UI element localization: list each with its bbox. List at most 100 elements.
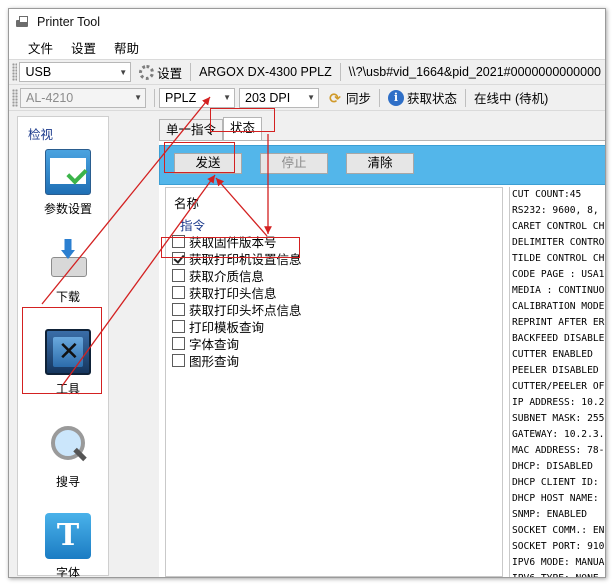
tab-single-command[interactable]: 单一指令 [159,119,224,141]
sync-icon: ⟳ [329,89,341,106]
output-line: IPV6 MODE: MANUA [512,557,605,568]
checkbox[interactable] [172,354,185,367]
column-header-name[interactable]: 名称 [166,188,502,211]
sidebar-item-search[interactable]: 搜寻 [28,422,108,490]
output-line: SOCKET PORT: 910 [512,541,605,552]
checkbox[interactable] [172,235,185,248]
chevron-down-icon: ▼ [119,67,128,77]
tab-strip: 单一指令 状态 [159,117,263,141]
dpi-value: 203 DPI [245,90,291,105]
checkbox[interactable] [172,252,185,265]
language-select[interactable]: PPLZ ▼ [159,87,235,108]
status-output[interactable]: CUT COUNT:45 RS232: 9600, 8, CARET CONTROL… [509,187,605,577]
device-path: \\?\usb#vid_1664&pid_2021#0000000000000 [348,65,601,79]
output-line: GATEWAY: 10.2.3. [512,429,605,440]
printer-app-icon [15,14,31,30]
list-item[interactable]: 打印模板查询 [172,318,264,335]
list-item[interactable]: 图形查询 [172,352,239,369]
settings-button[interactable]: 设置 [135,62,186,82]
printer-name: ARGOX DX-4300 PPLZ [199,65,332,79]
tab-status[interactable]: 状态 [223,117,263,141]
output-line: SUBNET MASK: 255 [512,413,605,424]
sidebar-title: 检视 [28,128,54,142]
model-value: AL-4210 [26,90,74,105]
sidebar-item-label: 参数设置 [43,202,92,216]
menu-help[interactable]: 帮助 [105,38,148,57]
sidebar-item-tools[interactable]: 工具 [28,329,108,397]
output-line: RS232: 9600, 8, [512,205,599,216]
chevron-down-icon: ▼ [134,93,142,102]
sync-button-label: 同步 [346,92,372,106]
action-bar: 发送 停止 清除 [159,145,605,185]
connection-toolbar: USB ▼ 设置 ARGOX DX-4300 PPLZ \\?\usb#vid_… [9,59,605,85]
title-bar: Printer Tool [9,9,605,35]
port-value: USB [25,65,52,79]
checkbox[interactable] [172,303,185,316]
toolbar-grip[interactable] [12,88,18,107]
output-line: CUTTER/PEELER OF [512,381,605,392]
get-status-button[interactable]: i 获取状态 [384,88,461,108]
search-icon [45,422,91,468]
output-line: CARET CONTROL CH [512,221,605,232]
list-item[interactable]: 获取打印机设置信息 [172,250,302,267]
checkbox[interactable] [172,337,185,350]
list-item-label: 图形查询 [189,355,240,369]
app-window: Printer Tool 文件 设置 帮助 USB ▼ 设置 ARGOX DX-… [8,8,606,578]
download-icon [45,237,91,283]
output-line: DELIMITER CONTRO [512,237,605,248]
output-line: MAC ADDRESS: 78- [512,445,605,456]
info-icon: i [388,89,405,106]
toolbar-grip[interactable] [12,63,18,81]
stop-button[interactable]: 停止 [260,153,328,174]
list-item[interactable]: 获取打印头信息 [172,284,277,301]
output-line: PEELER DISABLED [512,365,599,376]
params-icon [45,149,91,195]
window-title: Printer Tool [37,15,100,29]
sidebar-item-label: 工具 [55,382,80,396]
clear-button[interactable]: 清除 [346,153,414,174]
menu-file[interactable]: 文件 [19,38,62,57]
menu-settings[interactable]: 设置 [62,38,105,57]
font-icon: T [45,513,91,559]
language-value: PPLZ [165,90,197,105]
output-line: SNMP: ENABLED [512,509,588,520]
checkbox[interactable] [172,320,185,333]
online-status: 在线中 (待机) [474,92,549,106]
checkbox[interactable] [172,286,185,299]
port-select[interactable]: USB ▼ [19,62,132,82]
command-list: 名称 指令 获取固件版本号 获取打印机设置信息 获取介质信息 获取打印头信息 获… [165,187,503,577]
sidebar-item-download[interactable]: 下载 [28,237,108,305]
list-item[interactable]: 字体查询 [172,335,239,352]
sync-button[interactable]: ⟳ 同步 [323,88,375,108]
tools-icon [45,329,91,375]
get-status-button-label: 获取状态 [407,92,458,106]
list-item[interactable]: 获取固件版本号 [172,233,277,250]
output-line: CODE PAGE : USA1 [512,269,605,280]
output-line: DHCP HOST NAME: [512,493,599,504]
sidebar-item-font[interactable]: T 字体 [28,513,108,578]
list-item[interactable]: 获取介质信息 [172,267,264,284]
chevron-down-icon: ▼ [223,93,231,102]
toolbar-separator [190,63,192,81]
model-select[interactable]: AL-4210 ▼ [20,87,146,108]
output-line: BACKFEED DISABLE [512,333,605,344]
output-line: CUTTER ENABLED [512,349,593,360]
dpi-select[interactable]: 203 DPI ▼ [239,87,319,108]
sidebar-item-label: 下载 [55,290,80,304]
send-button[interactable]: 发送 [174,153,242,174]
toolbar-separator [465,88,467,107]
list-item[interactable]: 获取打印头坏点信息 [172,301,302,318]
menu-bar: 文件 设置 帮助 [9,35,605,59]
output-line: IPV6 TYPE: NONE [510,571,605,577]
view-sidebar: 检视 参数设置 下载 工具 搜寻 T 字体 [17,116,109,578]
checkbox[interactable] [172,269,185,282]
output-line: IP ADDRESS: 10.2 [512,397,605,408]
toolbar-separator [154,88,155,107]
sidebar-item-params[interactable]: 参数设置 [28,149,108,217]
output-line: REPRINT AFTER ER [512,317,605,328]
output-line: SOCKET COMM.: EN [512,525,605,536]
output-line: MEDIA : CONTINUO [512,285,605,296]
output-line: TILDE CONTROL CH [512,253,605,264]
output-line: CUT COUNT:45 [512,189,582,200]
sidebar-item-label: 字体 [55,566,80,578]
